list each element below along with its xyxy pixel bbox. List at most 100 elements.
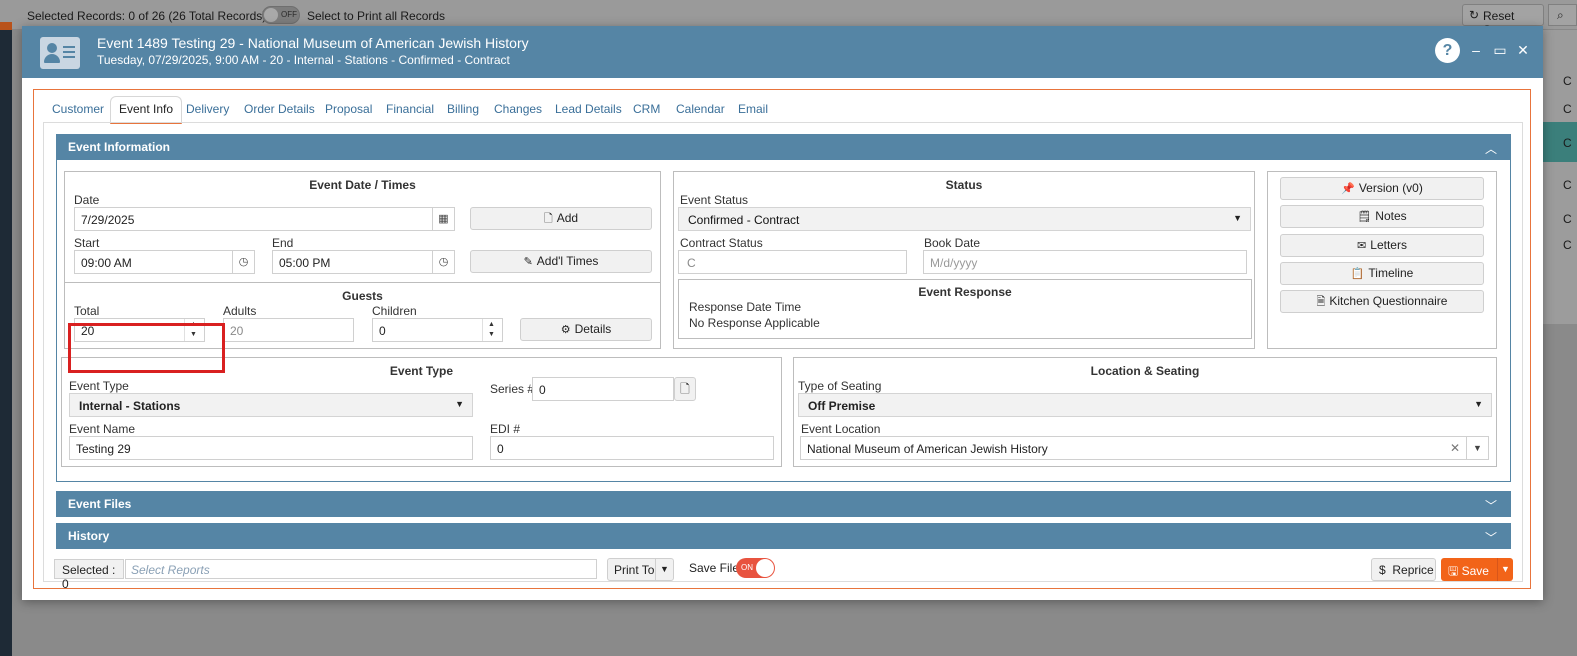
minimize-icon[interactable]: – bbox=[1469, 40, 1483, 60]
contract-status-label: Contract Status bbox=[680, 236, 763, 250]
close-icon[interactable]: ✕ bbox=[1516, 40, 1530, 60]
event-type-select[interactable]: Internal - Stations ▼ bbox=[69, 393, 473, 417]
status-section: Status Event Status Confirmed - Contract… bbox=[673, 171, 1255, 349]
clock-icon[interactable]: ◷ bbox=[232, 251, 254, 273]
total-guests-stepper[interactable]: 20 ▲ ▼ bbox=[74, 318, 205, 342]
tab-customer[interactable]: Customer bbox=[52, 96, 104, 124]
tab-proposal[interactable]: Proposal bbox=[325, 96, 372, 124]
children-stepper[interactable]: 0 ▲ ▼ bbox=[372, 318, 503, 342]
envelope-icon: ✉ bbox=[1357, 240, 1367, 252]
grid-cell: C bbox=[1563, 74, 1572, 88]
seating-select[interactable]: Off Premise ▼ bbox=[798, 393, 1492, 417]
calendar-icon[interactable]: ▦ bbox=[432, 208, 454, 230]
help-icon[interactable]: ? bbox=[1435, 38, 1460, 63]
seating-label: Type of Seating bbox=[798, 379, 882, 393]
save-button[interactable]: 🖫 Save ▼ bbox=[1441, 558, 1513, 581]
location-section: Location & Seating Type of Seating Off P… bbox=[793, 357, 1497, 467]
caret-down-icon[interactable]: ▼ bbox=[655, 559, 673, 580]
letters-button[interactable]: ✉ Letters bbox=[1280, 234, 1484, 257]
guests-title: Guests bbox=[342, 289, 383, 303]
guest-details-button[interactable]: ⚙ Details bbox=[520, 318, 652, 341]
caret-down-icon[interactable]: ▼ bbox=[1497, 558, 1513, 581]
event-name-input[interactable]: Testing 29 bbox=[69, 436, 473, 460]
add-series-button[interactable]: 🗋 bbox=[674, 377, 696, 401]
location-select[interactable]: National Museum of American Jewish Histo… bbox=[800, 436, 1489, 460]
series-input[interactable]: 0 bbox=[532, 377, 674, 401]
event-files-header[interactable]: Event Files ﹀ bbox=[56, 491, 1511, 517]
tab-delivery[interactable]: Delivery bbox=[186, 96, 229, 124]
reset-state-button[interactable]: ↻ Reset State bbox=[1462, 4, 1544, 37]
history-header[interactable]: History ﹀ bbox=[56, 523, 1511, 549]
end-time-input[interactable]: 05:00 PM ◷ bbox=[272, 250, 455, 274]
tab-email[interactable]: Email bbox=[738, 96, 768, 124]
stepper-arrows[interactable]: ▲ ▼ bbox=[184, 319, 204, 341]
tab-calendar[interactable]: Calendar bbox=[676, 96, 725, 124]
adults-label: Adults bbox=[223, 304, 257, 318]
tab-content: Event Information ︿ Event Date / Times D… bbox=[43, 122, 1523, 582]
edi-input[interactable]: 0 bbox=[490, 436, 774, 460]
section-title: Event Date / Times bbox=[309, 178, 416, 192]
tab-crm[interactable]: CRM bbox=[633, 96, 660, 124]
chevron-up-icon: ︿ bbox=[1484, 142, 1497, 156]
tab-event-info[interactable]: Event Info bbox=[110, 96, 183, 124]
print-all-label: Select to Print all Records bbox=[307, 9, 446, 23]
date-times-section: Event Date / Times Date 7/29/2025 ▦ 🗋 Add… bbox=[64, 171, 661, 349]
clock-icon[interactable]: ◷ bbox=[432, 251, 454, 273]
kitchen-questionnaire-button[interactable]: 🗎 Kitchen Questionnaire bbox=[1280, 290, 1484, 313]
save-file-label: Save File bbox=[689, 561, 740, 575]
end-label: End bbox=[272, 236, 294, 250]
section-title: Event Response bbox=[918, 285, 1012, 299]
version-button[interactable]: 📌 Version (v0) bbox=[1280, 177, 1484, 200]
print-to-button[interactable]: Print To ▼ bbox=[607, 558, 674, 581]
tab-changes[interactable]: Changes bbox=[494, 96, 542, 124]
caret-down-icon[interactable]: ▼ bbox=[1466, 437, 1488, 459]
search-button[interactable]: ⌕ bbox=[1548, 4, 1577, 26]
modal-title: Event 1489 Testing 29 - National Museum … bbox=[97, 35, 529, 51]
maximize-icon[interactable]: ▭ bbox=[1493, 40, 1507, 60]
panel-title: Event Files bbox=[68, 497, 132, 511]
book-date-input[interactable]: M/d/yyyy bbox=[923, 250, 1247, 274]
series-label: Series # bbox=[490, 382, 535, 396]
event-information-header[interactable]: Event Information ︿ bbox=[56, 134, 1511, 160]
children-label: Children bbox=[372, 304, 417, 318]
dollar-icon: $ bbox=[1379, 563, 1386, 577]
search-icon: ⌕ bbox=[1557, 8, 1564, 22]
caret-down-icon: ▼ bbox=[1474, 399, 1483, 409]
timeline-button[interactable]: 📋 Timeline bbox=[1280, 262, 1484, 285]
notes-icon: 🗒 bbox=[1357, 211, 1372, 223]
background-sidebar bbox=[0, 30, 12, 656]
total-label: Total bbox=[74, 304, 100, 318]
contract-status-input: C bbox=[678, 250, 907, 274]
adults-input: 20 bbox=[223, 318, 354, 342]
edi-label: EDI # bbox=[490, 422, 521, 436]
event-name-label: Event Name bbox=[69, 422, 136, 436]
clear-icon[interactable]: ✕ bbox=[1450, 441, 1460, 455]
event-type-label: Event Type bbox=[69, 379, 129, 393]
save-file-toggle[interactable]: ON bbox=[736, 558, 775, 578]
tab-lead-details[interactable]: Lead Details bbox=[555, 96, 622, 124]
reprice-button[interactable]: $ Reprice bbox=[1371, 558, 1436, 581]
tab-financial[interactable]: Financial bbox=[386, 96, 434, 124]
print-all-toggle[interactable]: OFF bbox=[262, 6, 300, 24]
add-date-button[interactable]: 🗋 Add bbox=[470, 207, 652, 230]
toggle-state: OFF bbox=[281, 10, 297, 19]
toggle-knob bbox=[264, 8, 278, 22]
event-information-body: Event Date / Times Date 7/29/2025 ▦ 🗋 Add… bbox=[56, 160, 1511, 482]
notes-button[interactable]: 🗒 Notes bbox=[1280, 205, 1484, 228]
chevron-down-icon: ﹀ bbox=[1484, 499, 1497, 513]
grid-cell: C bbox=[1563, 178, 1572, 192]
tab-billing[interactable]: Billing bbox=[447, 96, 479, 124]
event-response-box: Event Response Response Date Time No Res… bbox=[678, 279, 1252, 339]
start-time-input[interactable]: 09:00 AM ◷ bbox=[74, 250, 255, 274]
stepper-arrows[interactable]: ▲ ▼ bbox=[482, 319, 502, 341]
addl-times-button[interactable]: ✎ Add'l Times bbox=[470, 250, 652, 273]
divider bbox=[65, 282, 660, 283]
date-label: Date bbox=[74, 193, 100, 207]
tab-order-details[interactable]: Order Details bbox=[244, 96, 315, 124]
modal-header: Event 1489 Testing 29 - National Museum … bbox=[22, 26, 1543, 78]
event-status-select[interactable]: Confirmed - Contract ▼ bbox=[678, 207, 1251, 231]
select-reports-input[interactable]: Select Reports bbox=[125, 559, 597, 579]
event-type-section: Event Type Event Type Internal - Station… bbox=[61, 357, 782, 467]
event-status-label: Event Status bbox=[680, 193, 749, 207]
date-input[interactable]: 7/29/2025 ▦ bbox=[74, 207, 455, 231]
